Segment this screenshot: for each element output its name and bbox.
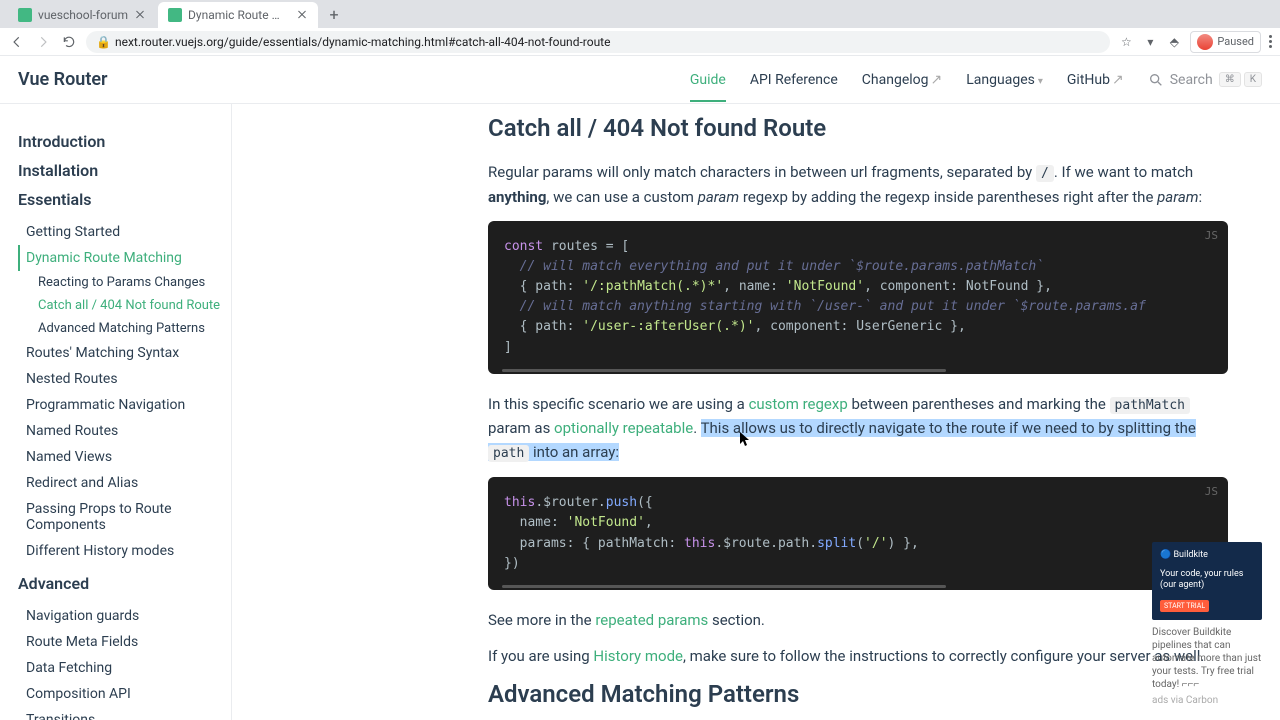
forward-button[interactable] bbox=[34, 33, 52, 51]
extension-icon[interactable]: ▾ bbox=[1142, 34, 1158, 50]
close-icon[interactable] bbox=[296, 9, 308, 21]
ad-logo: 🔵 Buildkite bbox=[1160, 550, 1254, 560]
tab-title: Dynamic Route Matching with bbox=[188, 8, 290, 22]
sidebar-item[interactable]: Passing Props to Route Components bbox=[18, 496, 231, 538]
star-icon[interactable]: ☆ bbox=[1118, 34, 1134, 50]
paragraph: In this specific scenario we are using a… bbox=[488, 392, 1228, 466]
nav-github[interactable]: GitHub↗ bbox=[1067, 72, 1124, 88]
code-slash: / bbox=[1036, 165, 1054, 182]
browser-tab-1[interactable]: Dynamic Route Matching with bbox=[158, 2, 318, 28]
back-button[interactable] bbox=[8, 33, 26, 51]
reload-button[interactable] bbox=[60, 33, 78, 51]
code-block-1[interactable]: jsconst routes = [ // will match everyth… bbox=[488, 221, 1228, 374]
ad-cta-button[interactable]: START TRIAL bbox=[1160, 600, 1209, 612]
code-pathmatch: pathMatch bbox=[1110, 397, 1190, 414]
close-icon[interactable] bbox=[134, 9, 146, 21]
search-icon bbox=[1148, 72, 1164, 88]
sidebar-section-introduction[interactable]: Introduction bbox=[18, 132, 231, 151]
nav-guide[interactable]: Guide bbox=[690, 72, 726, 102]
link-repeated-params[interactable]: repeated params bbox=[595, 611, 708, 629]
search-box[interactable]: Search ⌘K bbox=[1148, 72, 1262, 88]
paused-label: Paused bbox=[1217, 35, 1254, 48]
top-nav: Guide API Reference Changelog↗ Languages… bbox=[690, 72, 1262, 88]
code-path: path bbox=[488, 445, 529, 462]
external-link-icon: ↗ bbox=[931, 72, 943, 88]
search-placeholder: Search bbox=[1170, 72, 1213, 88]
browser-tabbar: vueschool-forum Dynamic Route Matching w… bbox=[0, 0, 1280, 28]
browser-toolbar: 🔒 next.router.vuejs.org/guide/essentials… bbox=[0, 28, 1280, 56]
favicon-icon bbox=[168, 8, 182, 22]
url-text: next.router.vuejs.org/guide/essentials/d… bbox=[115, 35, 611, 49]
sidebar-item[interactable]: Composition API bbox=[18, 681, 231, 707]
code-lang: js bbox=[1205, 227, 1218, 244]
sidebar-item[interactable]: Data Fetching bbox=[18, 655, 231, 681]
secure-icon: 🔒 bbox=[96, 35, 111, 49]
paragraph: If you are using History mode, make sure… bbox=[488, 644, 1228, 668]
url-bar[interactable]: 🔒 next.router.vuejs.org/guide/essentials… bbox=[86, 31, 1110, 53]
sidebar-item[interactable]: Transitions bbox=[18, 707, 231, 720]
sidebar-item[interactable]: Programmatic Navigation bbox=[18, 392, 231, 418]
link-custom-regexp[interactable]: custom regexp bbox=[749, 395, 848, 413]
paragraph: Regular params will only match character… bbox=[488, 160, 1228, 209]
ad-via: ads via Carbon bbox=[1152, 695, 1262, 706]
sidebar-section-installation[interactable]: Installation bbox=[18, 161, 231, 180]
chevron-down-icon: ▾ bbox=[1038, 76, 1043, 87]
sidebar-item[interactable]: Different History modes bbox=[18, 538, 231, 564]
sidebar[interactable]: Introduction Installation Essentials Get… bbox=[0, 104, 232, 720]
link-history-mode[interactable]: History mode bbox=[593, 647, 683, 665]
sidebar-item[interactable]: Getting Started bbox=[18, 219, 231, 245]
sidebar-item[interactable]: Navigation guards bbox=[18, 603, 231, 629]
sidebar-item[interactable]: Named Routes bbox=[18, 418, 231, 444]
extension-icon-2[interactable]: ⬘ bbox=[1166, 34, 1182, 50]
browser-menu-button[interactable] bbox=[1269, 35, 1272, 48]
ad-image: 🔵 Buildkite Your code, your rules (our a… bbox=[1152, 542, 1262, 620]
sidebar-subitem-active[interactable]: Catch all / 404 Not found Route bbox=[30, 294, 231, 317]
ad-description: Discover Buildkite pipelines that can au… bbox=[1152, 626, 1262, 691]
sidebar-item[interactable]: Routes' Matching Syntax bbox=[18, 340, 231, 366]
sidebar-item[interactable]: Redirect and Alias bbox=[18, 470, 231, 496]
sidebar-subitem[interactable]: Reacting to Params Changes bbox=[30, 271, 231, 294]
heading-catch-all: Catch all / 404 Not found Route bbox=[488, 114, 1228, 142]
nav-changelog[interactable]: Changelog↗ bbox=[862, 72, 942, 88]
nav-languages[interactable]: Languages▾ bbox=[966, 72, 1043, 88]
sidebar-section-advanced: Advanced bbox=[18, 574, 231, 593]
paragraph: See more in the repeated params section. bbox=[488, 608, 1228, 632]
nav-api[interactable]: API Reference bbox=[750, 72, 838, 88]
favicon-icon bbox=[18, 8, 32, 22]
sidebar-item[interactable]: Route Meta Fields bbox=[18, 629, 231, 655]
brand-title[interactable]: Vue Router bbox=[18, 69, 108, 90]
ad-headline: Your code, your rules (our agent) bbox=[1160, 569, 1254, 591]
sidebar-item[interactable]: Nested Routes bbox=[18, 366, 231, 392]
sidebar-subitem[interactable]: Advanced Matching Patterns bbox=[30, 317, 231, 340]
tab-title: vueschool-forum bbox=[38, 8, 128, 22]
heading-advanced-patterns: Advanced Matching Patterns bbox=[488, 680, 1228, 708]
link-optionally-repeatable[interactable]: optionally repeatable bbox=[554, 419, 693, 437]
search-shortcut: ⌘K bbox=[1219, 72, 1262, 87]
browser-tab-0[interactable]: vueschool-forum bbox=[8, 2, 156, 28]
sidebar-item-active[interactable]: Dynamic Route Matching bbox=[18, 245, 231, 271]
carbon-ad[interactable]: 🔵 Buildkite Your code, your rules (our a… bbox=[1152, 542, 1262, 706]
new-tab-button[interactable]: + bbox=[324, 4, 344, 24]
code-block-2[interactable]: jsthis.$router.push({ name: 'NotFound', … bbox=[488, 477, 1228, 590]
sidebar-section-essentials: Essentials bbox=[18, 190, 231, 209]
avatar-icon bbox=[1197, 34, 1213, 50]
sidebar-item[interactable]: Named Views bbox=[18, 444, 231, 470]
code-lang: js bbox=[1205, 483, 1218, 500]
external-link-icon: ↗ bbox=[1112, 72, 1124, 88]
profile-paused[interactable]: Paused bbox=[1190, 31, 1261, 53]
main-content[interactable]: Catch all / 404 Not found Route Regular … bbox=[232, 104, 1280, 720]
site-header: Vue Router Guide API Reference Changelog… bbox=[0, 56, 1280, 104]
